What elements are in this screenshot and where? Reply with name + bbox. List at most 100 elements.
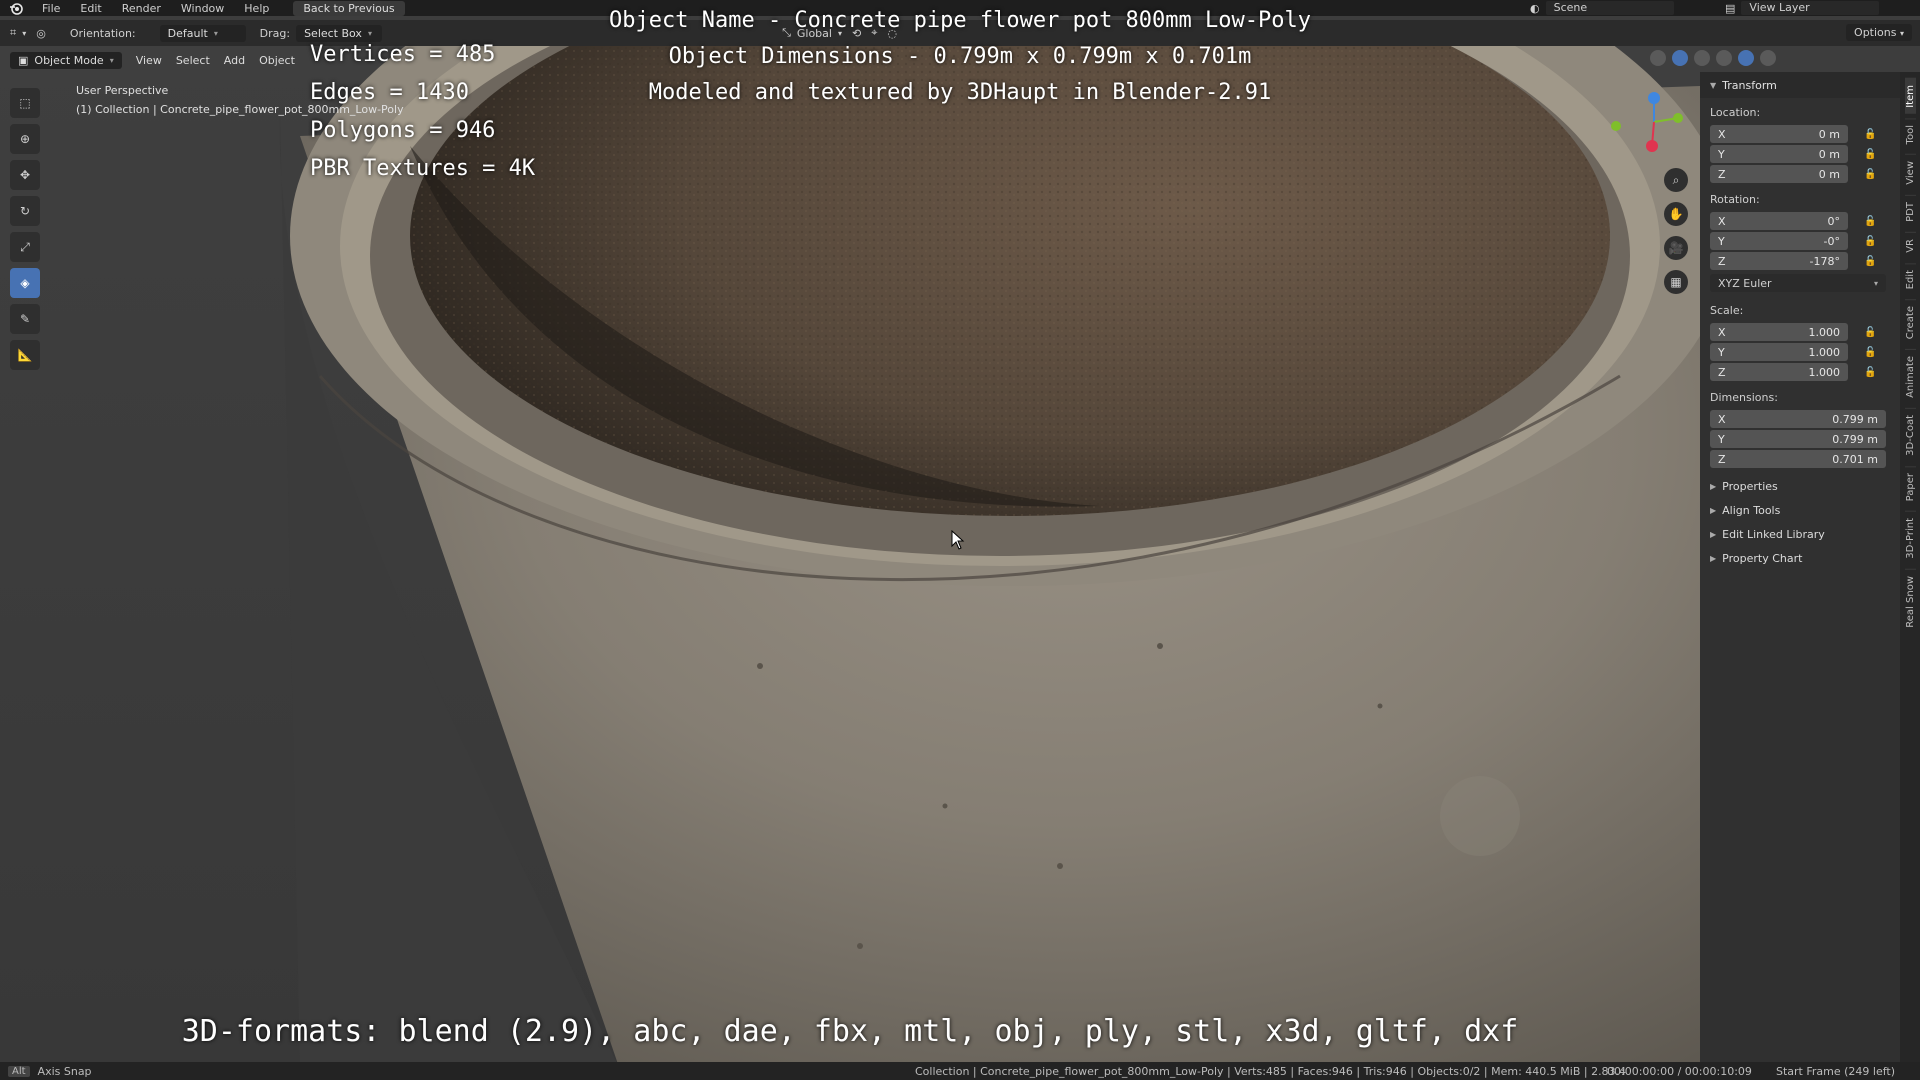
location-z-field[interactable]: Z 0 m	[1710, 165, 1848, 183]
zoom-icon[interactable]: ⌕	[1664, 168, 1688, 192]
tab-real-snow[interactable]: Real Snow	[1904, 568, 1916, 634]
tab-edit[interactable]: Edit	[1904, 262, 1916, 295]
dimensions-x-field[interactable]: X 0.799 m	[1710, 410, 1886, 428]
lock-icon[interactable]: 🔓	[1864, 327, 1878, 338]
tab-3d-print[interactable]: 3D-Print	[1904, 511, 1916, 565]
axis-label: X	[1718, 325, 1726, 339]
axis-snap-hint: Axis Snap	[37, 1064, 92, 1078]
concrete-pot-render	[279, 46, 1700, 1070]
location-y-field[interactable]: Y 0 m	[1710, 145, 1848, 163]
tool-settings-icon[interactable]: ◎	[36, 27, 46, 40]
blender-logo-icon[interactable]	[8, 0, 24, 16]
properties-panel-header[interactable]: ▶ Properties	[1710, 478, 1890, 494]
camera-view-icon[interactable]: 🎥	[1664, 236, 1688, 260]
menu-object[interactable]: Object	[259, 54, 295, 67]
rotation-y-row: Y -0° 🔓	[1710, 232, 1890, 250]
menu-file[interactable]: File	[32, 2, 70, 15]
options-dropdown[interactable]: Options ▾	[1846, 24, 1912, 41]
lock-icon[interactable]: 🔓	[1864, 169, 1878, 180]
annotate-tool-icon[interactable]: ✎	[10, 304, 40, 334]
lock-icon[interactable]: 🔓	[1864, 367, 1878, 378]
move-tool-icon[interactable]: ✥	[10, 160, 40, 190]
3d-viewport[interactable]	[0, 46, 1700, 1070]
expand-right-icon: ▶	[1710, 505, 1717, 515]
axis-label: Z	[1718, 365, 1726, 379]
perspective-toggle-icon[interactable]: ▦	[1664, 270, 1688, 294]
pan-hand-icon[interactable]: ✋	[1664, 202, 1688, 226]
align-tools-panel-header[interactable]: ▶ Align Tools	[1710, 502, 1890, 518]
chevron-down-icon: ▾	[109, 55, 114, 65]
tab-paper[interactable]: Paper	[1904, 465, 1916, 508]
field-value: 1.000	[1808, 365, 1841, 379]
gizmo-toggle-icon[interactable]	[1672, 50, 1688, 66]
drag-dropdown[interactable]: Select Box ▾	[296, 24, 383, 42]
tab-pdt[interactable]: PDT	[1904, 194, 1916, 228]
scene-field[interactable]: Scene	[1545, 1, 1674, 15]
tab-item[interactable]: Item	[1904, 78, 1916, 114]
menu-edit[interactable]: Edit	[70, 2, 111, 15]
tab-vr[interactable]: VR	[1904, 231, 1916, 259]
dimensions-y-field[interactable]: Y 0.799 m	[1710, 430, 1886, 448]
location-x-row: X 0 m 🔓	[1710, 125, 1890, 143]
rotation-z-row: Z -178° 🔓	[1710, 252, 1890, 270]
axis-label: Z	[1718, 254, 1726, 268]
tab-3d-coat[interactable]: 3D-Coat	[1904, 408, 1916, 462]
rotation-x-field[interactable]: X 0°	[1710, 212, 1848, 230]
scale-x-field[interactable]: X 1.000	[1710, 323, 1848, 341]
menu-render[interactable]: Render	[112, 2, 171, 15]
tab-view[interactable]: View	[1904, 154, 1916, 191]
object-mode-dropdown[interactable]: ▣ Object Mode ▾	[10, 51, 122, 69]
options-label: Options	[1854, 26, 1897, 39]
select-box-tool-icon[interactable]: ⬚	[10, 88, 40, 118]
dimensions-z-field[interactable]: Z 0.701 m	[1710, 450, 1886, 468]
object-dimensions-text: Object Dimensions - 0.799m x 0.799m x 0.…	[668, 44, 1252, 69]
lock-icon[interactable]: 🔓	[1864, 256, 1878, 267]
rotation-y-field[interactable]: Y -0°	[1710, 232, 1848, 250]
orientation-dropdown[interactable]: Default ▾	[159, 24, 246, 42]
y-axis-icon	[1673, 113, 1683, 123]
scale-z-field[interactable]: Z 1.000	[1710, 363, 1848, 381]
menu-view[interactable]: View	[136, 54, 162, 67]
tab-tool[interactable]: Tool	[1904, 117, 1916, 151]
menu-select[interactable]: Select	[176, 54, 210, 67]
tab-create[interactable]: Create	[1904, 298, 1916, 346]
location-x-field[interactable]: X 0 m	[1710, 125, 1848, 143]
solid-shading-icon[interactable]	[1716, 50, 1732, 66]
scale-tool-icon[interactable]: ⤢	[10, 232, 40, 262]
expand-right-icon: ▶	[1710, 553, 1717, 563]
measure-tool-icon[interactable]: 📐	[10, 340, 40, 370]
rendered-shading-icon[interactable]	[1760, 50, 1776, 66]
view-layer-selector[interactable]: ▤ View Layer	[1725, 0, 1880, 16]
lock-icon[interactable]: 🔓	[1864, 236, 1878, 247]
rotation-mode-dropdown[interactable]: XYZ Euler ▾	[1710, 274, 1886, 292]
axis-label: Y	[1718, 432, 1725, 446]
editor-type-button[interactable]: ⌗ ▾	[10, 26, 26, 40]
lock-icon[interactable]: 🔓	[1864, 216, 1878, 227]
property-chart-panel-header[interactable]: ▶ Property Chart	[1710, 550, 1890, 566]
lock-icon[interactable]: 🔓	[1864, 347, 1878, 358]
rotate-tool-icon[interactable]: ↻	[10, 196, 40, 226]
lock-icon[interactable]: 🔓	[1864, 129, 1878, 140]
menu-add[interactable]: Add	[224, 54, 245, 67]
sidebar-tabs: Item Tool View PDT VR Edit Create Animat…	[1900, 72, 1920, 1076]
material-shading-icon[interactable]	[1738, 50, 1754, 66]
back-to-previous-button[interactable]: Back to Previous	[293, 0, 405, 16]
scale-y-row: Y 1.000 🔓	[1710, 343, 1890, 361]
neg-y-axis-icon	[1611, 121, 1621, 131]
edit-linked-library-panel-header[interactable]: ▶ Edit Linked Library	[1710, 526, 1890, 542]
overlay-toggle-icon[interactable]	[1650, 50, 1666, 66]
menu-help[interactable]: Help	[234, 2, 279, 15]
scene-selector[interactable]: ◐ Scene	[1530, 0, 1674, 16]
lock-icon[interactable]: 🔓	[1864, 149, 1878, 160]
menu-window[interactable]: Window	[171, 2, 234, 15]
field-value: 0 m	[1818, 147, 1840, 161]
scale-y-field[interactable]: Y 1.000	[1710, 343, 1848, 361]
rotation-z-field[interactable]: Z -178°	[1710, 252, 1848, 270]
transform-panel-header[interactable]: ▼ Transform	[1700, 72, 1900, 98]
cursor-tool-icon[interactable]: ⊕	[10, 124, 40, 154]
view-layer-field[interactable]: View Layer	[1741, 1, 1880, 15]
tab-animate[interactable]: Animate	[1904, 349, 1916, 405]
transform-tool-icon[interactable]: ◈	[10, 268, 40, 298]
navigation-gizmo[interactable]	[1608, 92, 1688, 172]
wireframe-shading-icon[interactable]	[1694, 50, 1710, 66]
